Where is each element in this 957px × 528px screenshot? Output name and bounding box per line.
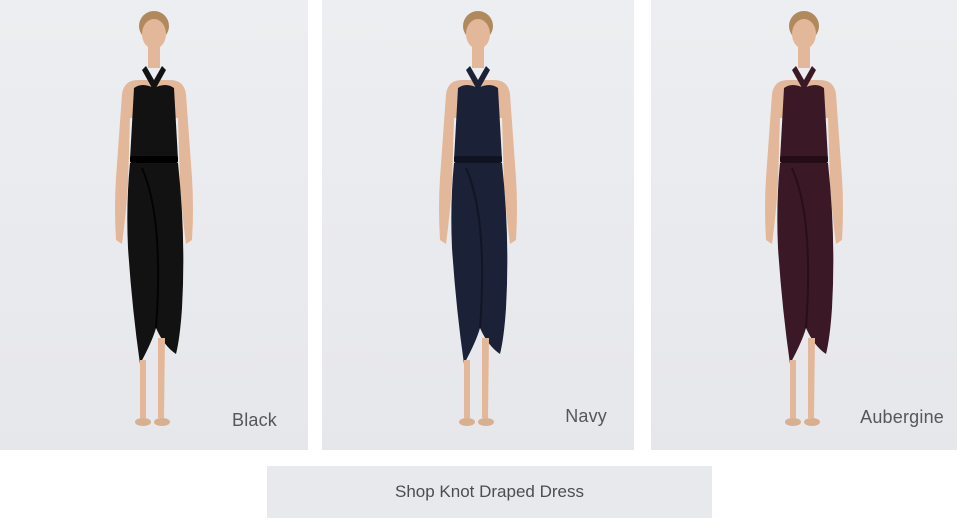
color-label: Navy <box>565 406 607 426</box>
model-photo[interactable] <box>94 8 214 438</box>
product-card-black[interactable]: Black <box>0 0 308 450</box>
model-photo[interactable] <box>744 8 864 438</box>
product-card-navy[interactable]: Navy <box>322 0 634 450</box>
color-label: Aubergine <box>860 407 944 427</box>
shop-dress-button[interactable]: Shop Knot Draped Dress <box>267 466 712 518</box>
model-photo[interactable] <box>418 8 538 438</box>
product-card-aubergine[interactable]: Aubergine <box>651 0 957 450</box>
color-label: Black <box>231 410 277 430</box>
